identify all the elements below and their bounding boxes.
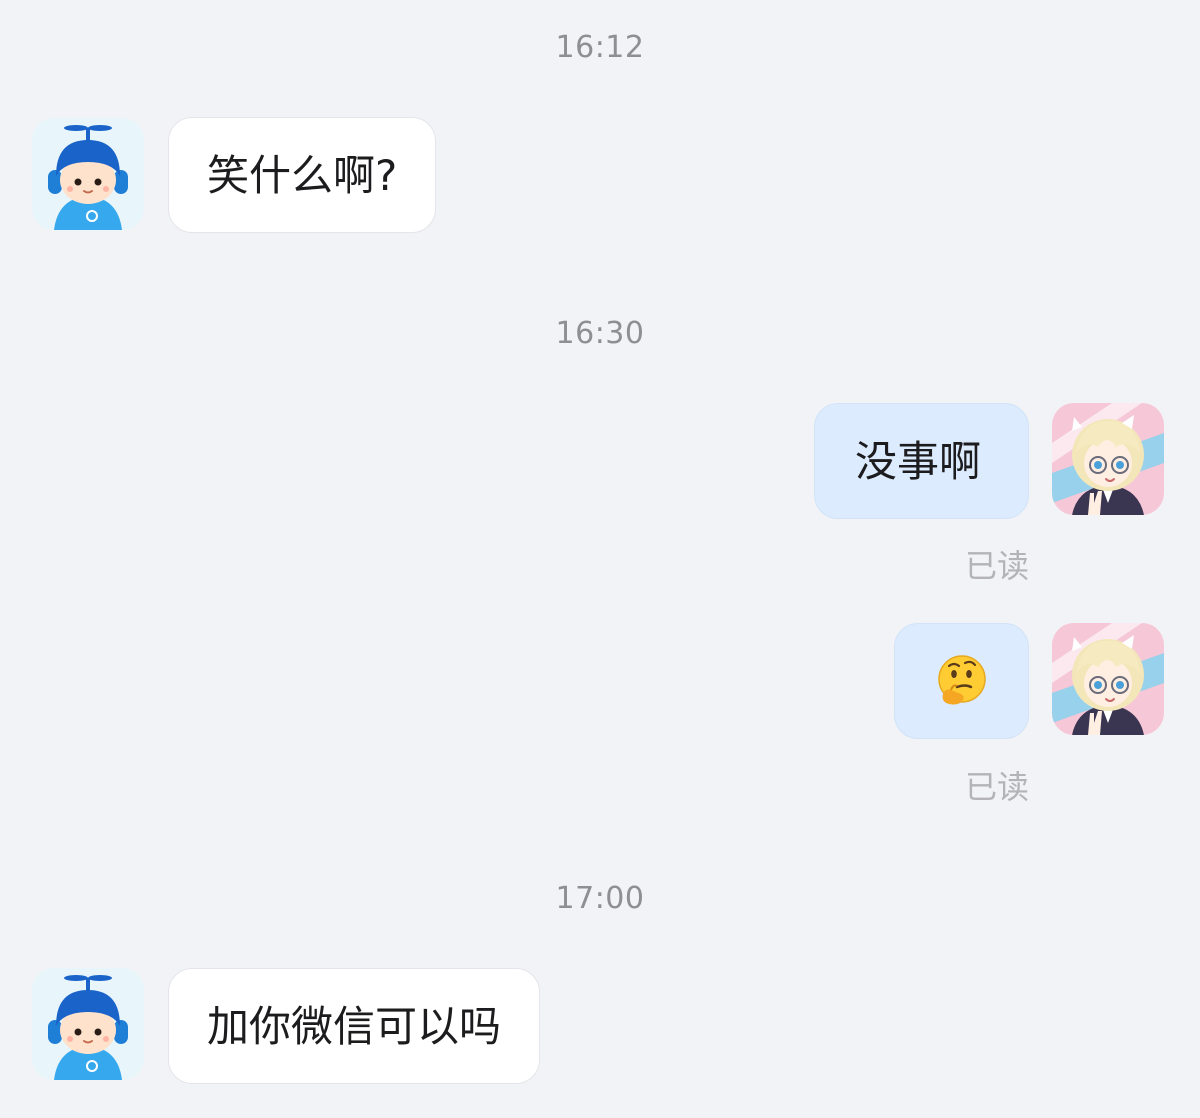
message-text: 笑什么啊? <box>207 151 398 200</box>
timestamp: 16:12 <box>555 30 645 65</box>
read-status: 已读 <box>964 768 1029 806</box>
timestamp: 16:30 <box>555 316 645 351</box>
thinking-face-emoji-icon <box>937 655 986 705</box>
message-text: 没事啊 <box>855 437 982 486</box>
anime-girl-avatar-icon <box>1052 403 1164 515</box>
contact-avatar[interactable] <box>32 118 144 230</box>
message-bubble-incoming[interactable]: 加你微信可以吗 <box>168 968 541 1084</box>
self-avatar[interactable] <box>1052 623 1164 735</box>
self-avatar[interactable] <box>1052 403 1164 515</box>
propeller-cap-boy-icon <box>32 118 144 230</box>
contact-avatar[interactable] <box>32 968 144 1080</box>
propeller-cap-boy-icon <box>32 968 144 1080</box>
message-text: 加你微信可以吗 <box>207 1002 502 1051</box>
timestamp: 17:00 <box>555 881 645 916</box>
chat-message-list[interactable]: 16:12 笑什么啊? 16:30 没事啊 已读 已读 17:00 加你微信可以… <box>0 0 1200 1118</box>
anime-girl-avatar-icon <box>1052 623 1164 735</box>
read-status: 已读 <box>964 547 1029 585</box>
message-bubble-incoming[interactable]: 笑什么啊? <box>168 117 437 233</box>
message-bubble-outgoing[interactable] <box>894 623 1029 739</box>
message-bubble-outgoing[interactable]: 没事啊 <box>814 403 1029 519</box>
